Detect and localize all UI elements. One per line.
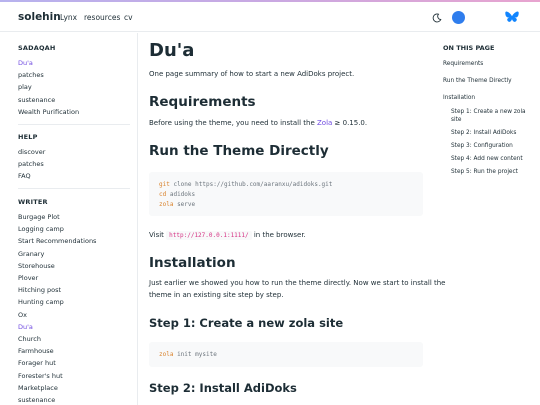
nav-link-cv[interactable]: cv — [124, 13, 133, 22]
heading-run-theme: Run the Theme Directly — [149, 143, 329, 159]
code-text: serve — [173, 201, 196, 208]
installation-text-line: theme in an existing site step by step. — [149, 290, 284, 299]
code-text: init mysite — [173, 351, 217, 358]
requirements-text: Before using the theme, you need to inst… — [149, 118, 367, 130]
visit-text-pre: Visit — [149, 231, 167, 239]
visit-text: Visit http://127.0.0.1:1111/ in the brow… — [149, 230, 306, 242]
heading-installation: Installation — [149, 255, 236, 271]
heading-step-1: Step 1: Create a new zola site — [149, 316, 344, 330]
sidebar-section-help: HELP discover patches FAQ — [18, 133, 45, 183]
moon-icon[interactable] — [432, 13, 442, 23]
sidebar-section-title: SADAQAH — [18, 44, 56, 52]
page-summary: One page summary of how to start a new A… — [149, 70, 355, 78]
sidebar-section-title: WRITER — [18, 198, 48, 206]
avatar[interactable] — [452, 11, 465, 24]
sidebar-item-dua-writer[interactable]: Du'a — [18, 321, 96, 333]
code-line: git clone https://github.com/aaranxu/adi… — [159, 180, 413, 190]
sidebar-item-wealth-purification[interactable]: Wealth Purification — [18, 106, 79, 118]
heading-step-2: Step 2: Install AdiDoks — [149, 381, 297, 395]
local-url-code: http://127.0.0.1:1111/ — [166, 231, 252, 240]
zola-link[interactable]: Zola — [317, 119, 332, 127]
site-brand[interactable]: solehin — [18, 11, 61, 23]
code-keyword: git — [159, 181, 170, 188]
sidebar-item-play[interactable]: play — [18, 81, 79, 93]
visit-text-post: in the browser. — [251, 231, 306, 239]
toc-item-step-3[interactable]: Step 3: Configuration — [451, 142, 513, 152]
sidebar-item-hunting-camp[interactable]: Hunting camp — [18, 296, 96, 308]
sidebar-section-title: HELP — [18, 133, 38, 141]
code-line: zola init mysite — [159, 350, 413, 360]
sidebar-item-sustenance[interactable]: sustenance — [18, 94, 79, 106]
code-text: adidoks — [166, 191, 196, 198]
sidebar-item-patches[interactable]: patches — [18, 158, 45, 170]
sidebar-item-burgage-plot[interactable]: Burgage Plot — [18, 211, 96, 223]
sidebar-item-forager-hut[interactable]: Forager hut — [18, 357, 96, 369]
heading-requirements: Requirements — [149, 94, 256, 110]
toc-item-step-4[interactable]: Step 4: Add new content — [451, 155, 523, 165]
sidebar-item-faq[interactable]: FAQ — [18, 170, 45, 182]
toc-item-step-1-cont[interactable]: site — [451, 116, 461, 126]
sidebar-item-logging-camp[interactable]: Logging camp — [18, 223, 96, 235]
sidebar-item-plover[interactable]: Plover — [18, 272, 96, 284]
sidebar-item-farmhouse[interactable]: Farmhouse — [18, 345, 96, 357]
sidebar-item-sustenance-writer[interactable]: sustenance — [18, 394, 96, 405]
sidebar-item-granary[interactable]: Granary — [18, 248, 96, 260]
installation-text-line: Just earlier we showed you how to run th… — [149, 279, 446, 287]
sidebar-divider — [18, 124, 130, 125]
code-keyword: zola — [159, 351, 174, 358]
requirements-text-pre: Before using the theme, you need to inst… — [149, 119, 317, 127]
installation-text: Just earlier we showed you how to run th… — [149, 278, 445, 301]
sidebar-section-writer: WRITER Burgage Plot Logging camp Start R… — [18, 198, 96, 405]
nav-link-resources[interactable]: resources — [84, 13, 120, 22]
sidebar-divider — [18, 188, 130, 189]
sidebar-item-patches[interactable]: patches — [18, 69, 79, 81]
nav-link-lynx[interactable]: Lynx — [60, 13, 77, 22]
sidebar-item-ox[interactable]: Ox — [18, 309, 96, 321]
toc-item-installation[interactable]: Installation — [443, 94, 475, 104]
sidebar-section-sadaqah: SADAQAH Du'a patches play sustenance Wea… — [18, 44, 79, 118]
code-text: clone https://github.com/aaranxu/adidoks… — [169, 181, 333, 188]
top-navbar: solehin Lynx resources cv — [0, 2, 540, 32]
page-title: Du'a — [149, 40, 195, 61]
toc-item-step-5[interactable]: Step 5: Run the project — [451, 168, 518, 178]
code-keyword: zola — [159, 201, 174, 208]
toc-item-step-1[interactable]: Step 1: Create a new zola — [451, 108, 526, 118]
code-line: zola serve — [159, 200, 413, 210]
code-line: cd adidoks — [159, 190, 413, 200]
sidebar-item-hitching-post[interactable]: Hitching post — [18, 284, 96, 296]
code-block-step1[interactable]: zola init mysite — [149, 342, 423, 367]
requirements-text-post: ≥ 0.15.0. — [332, 119, 368, 127]
sidebar-item-marketplace[interactable]: Marketplace — [18, 382, 96, 394]
sidebar-item-church[interactable]: Church — [18, 333, 96, 345]
sidebar-item-dua[interactable]: Du'a — [18, 57, 79, 69]
toc-item-step-2[interactable]: Step 2: Install AdiDoks — [451, 129, 516, 139]
sidebar-item-storehouse[interactable]: Storehouse — [18, 260, 96, 272]
bluesky-butterfly-icon[interactable] — [504, 9, 520, 25]
sidebar-item-start-recommendations[interactable]: Start Recommendations — [18, 235, 96, 247]
toc-item-requirements[interactable]: Requirements — [443, 60, 483, 70]
table-of-contents: ON THIS PAGE — [443, 44, 535, 52]
code-block-run[interactable]: git clone https://github.com/aaranxu/adi… — [149, 172, 423, 216]
sidebar-item-discover[interactable]: discover — [18, 146, 45, 158]
sidebar-item-foresters-hut[interactable]: Forester's hut — [18, 370, 96, 382]
toc-title: ON THIS PAGE — [443, 44, 495, 52]
toc-item-run-theme[interactable]: Run the Theme Directly — [443, 77, 512, 87]
